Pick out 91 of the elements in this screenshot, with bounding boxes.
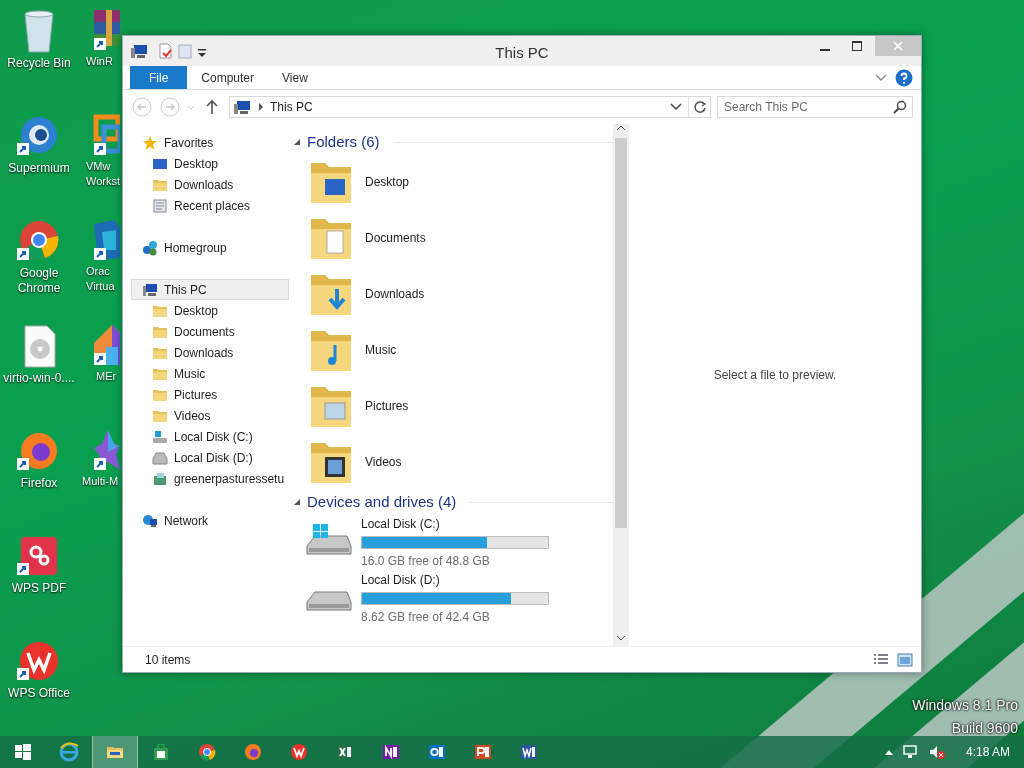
help-icon[interactable]	[895, 68, 913, 87]
tray-expand-icon[interactable]	[883, 748, 894, 756]
nav-item[interactable]: Homegroup	[131, 237, 289, 258]
ribbon-tab[interactable]: File	[130, 66, 188, 89]
section-heading[interactable]: Devices and drives (4)	[307, 490, 457, 514]
scroll-down-icon[interactable]	[616, 634, 626, 642]
folder-item[interactable]: Music	[293, 322, 613, 378]
desktop-icon-label[interactable]: Recycle Bin	[0, 56, 79, 71]
house-icon	[92, 323, 120, 367]
document-app-icon	[519, 742, 539, 762]
desktop-icon-label[interactable]: WPS Office	[0, 686, 79, 701]
fox-icon	[243, 742, 263, 762]
notebook-icon	[381, 742, 401, 762]
scrollbar-thumb[interactable]	[615, 138, 627, 528]
cube-icon	[92, 218, 120, 262]
drive-name[interactable]: Local Disk (C:)	[361, 514, 549, 533]
large-icons-view-icon[interactable]	[897, 652, 913, 667]
homegroup-icon	[142, 239, 158, 256]
squares-icon	[92, 113, 120, 157]
maximize-icon	[852, 41, 862, 51]
drive-space-text: 8.62 GB free of 42.4 GB	[361, 608, 491, 626]
desktop-icon-label[interactable]: WPS PDF	[0, 581, 79, 596]
scroll-up-icon[interactable]	[616, 124, 626, 132]
ribbon-tab[interactable]: View	[268, 66, 322, 89]
nav-item[interactable]: Local Disk (D:)	[131, 447, 289, 468]
address-path: This PC	[270, 99, 313, 116]
drive-space-text: 16.0 GB free of 48.8 GB	[361, 552, 491, 570]
nav-item[interactable]: Videos	[131, 405, 289, 426]
nav-item[interactable]: greenerpasturessetu	[131, 468, 289, 489]
window-title: This PC	[494, 43, 550, 63]
folder-item[interactable]: Documents	[293, 210, 613, 266]
nav-item[interactable]: Downloads	[131, 342, 289, 363]
nav-item[interactable]: This PC	[131, 279, 289, 300]
collapse-triangle-icon[interactable]	[293, 138, 301, 146]
address-bar[interactable]: This PC	[229, 96, 711, 118]
ribbon-tab[interactable]: Computer	[187, 66, 269, 89]
speaker-muted-icon[interactable]	[927, 744, 946, 760]
collapse-triangle-icon[interactable]	[293, 498, 301, 506]
nav-item[interactable]: Local Disk (C:)	[131, 426, 289, 447]
windows-logo-icon	[15, 744, 31, 760]
search-icon	[893, 100, 907, 114]
refresh-icon	[692, 100, 707, 114]
drive-icon	[152, 449, 168, 466]
vertical-scrollbar[interactable]	[613, 124, 629, 646]
office-app-icon	[289, 742, 309, 762]
clock[interactable]: 4:18 AM	[965, 743, 1010, 761]
desktop-icon-label[interactable]: Supermium	[0, 161, 79, 176]
item-count: 10 items	[145, 651, 191, 669]
minimize-icon	[820, 49, 830, 51]
nav-item[interactable]: Desktop	[131, 300, 289, 321]
network-icon[interactable]	[901, 744, 920, 760]
mail-app-icon	[427, 742, 447, 762]
nav-item[interactable]: Downloads	[131, 174, 289, 195]
spreadsheet-icon	[335, 742, 355, 762]
computer-icon	[142, 281, 158, 298]
star-burst-icon	[92, 428, 120, 472]
folder-item[interactable]: Videos	[293, 434, 613, 490]
star-icon	[142, 134, 158, 151]
browser-icon	[197, 742, 217, 762]
folder-item[interactable]: Desktop	[293, 154, 613, 210]
nav-item[interactable]: Favorites	[131, 132, 289, 153]
computer-icon	[131, 43, 149, 59]
folder-item[interactable]: Pictures	[293, 378, 613, 434]
nav-item[interactable]: Network	[131, 510, 289, 531]
folder-item[interactable]: Downloads	[293, 266, 613, 322]
details-view-icon[interactable]	[873, 652, 889, 667]
nav-item[interactable]: Documents	[131, 321, 289, 342]
books-icon	[92, 8, 120, 52]
drive-icon	[152, 428, 168, 445]
breadcrumb-arrow-icon	[258, 102, 264, 112]
dropdown-chevron-icon[interactable]	[668, 102, 684, 112]
nav-item[interactable]: Music	[131, 363, 289, 384]
preview-message: Select a file to preview.	[713, 367, 837, 384]
network-icon	[142, 512, 158, 529]
close-icon	[893, 41, 903, 51]
properties-icon[interactable]	[157, 43, 173, 59]
network-drive-icon	[152, 470, 168, 487]
drive-name[interactable]: Local Disk (D:)	[361, 570, 549, 589]
section-heading[interactable]: Folders (6)	[307, 130, 380, 154]
desktop-icon-label[interactable]: WinR	[86, 54, 121, 69]
build-text: Build 9600	[951, 719, 1018, 738]
nav-item[interactable]: Pictures	[131, 384, 289, 405]
nav-item[interactable]: Desktop	[131, 153, 289, 174]
chevron-down-icon[interactable]	[875, 73, 887, 82]
nav-item[interactable]: Recent places	[131, 195, 289, 216]
slides-app-icon	[473, 742, 493, 762]
browser-e-icon	[59, 742, 79, 762]
store-bag-icon	[151, 742, 171, 762]
computer-icon	[234, 99, 252, 115]
search-field[interactable]: Search This PC	[717, 96, 913, 118]
recent-places-icon	[152, 197, 168, 214]
